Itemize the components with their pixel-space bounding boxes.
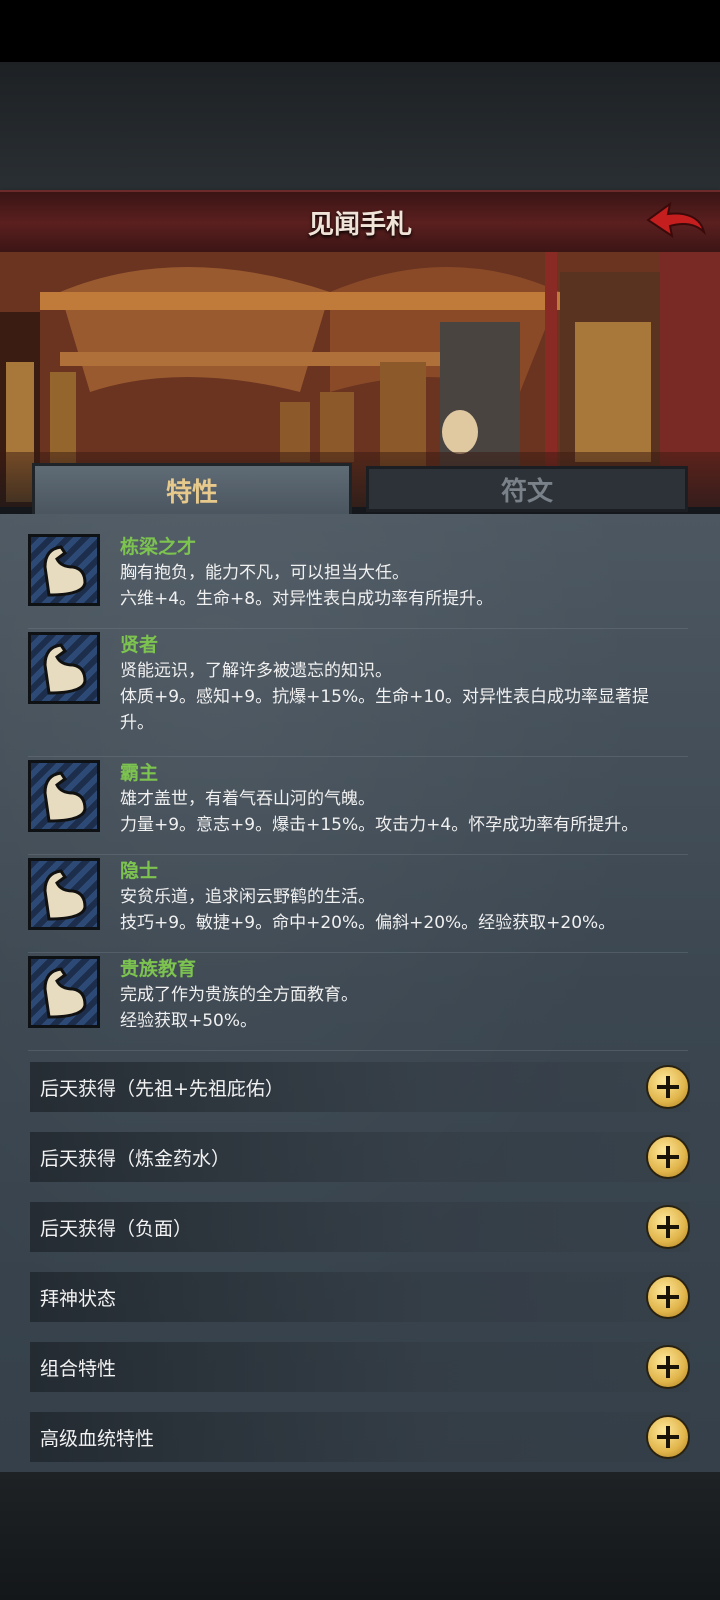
section-acquired-negative[interactable]: 后天获得（负面） (30, 1202, 690, 1252)
section-label: 拜神状态 (40, 1288, 117, 1310)
trait-item[interactable]: 隐士 安贫乐道，追求闲云野鹤的生活。 技巧+9。敏捷+9。命中+20%。偏斜+2… (28, 858, 688, 953)
trait-description: 胸有抱负，能力不凡，可以担当大任。 (120, 563, 409, 583)
expand-plus-icon[interactable] (646, 1275, 690, 1319)
expand-plus-icon[interactable] (646, 1205, 690, 1249)
status-bar (0, 0, 720, 62)
trait-name: 栋梁之才 (120, 536, 197, 558)
back-button[interactable] (644, 198, 708, 246)
expand-plus-icon[interactable] (646, 1065, 690, 1109)
muscle-arm-icon (28, 858, 100, 930)
section-acquired-potion[interactable]: 后天获得（炼金药水） (30, 1132, 690, 1182)
section-combo-traits[interactable]: 组合特性 (30, 1342, 690, 1392)
expand-plus-icon[interactable] (646, 1135, 690, 1179)
trait-description: 安贫乐道，追求闲云野鹤的生活。 (120, 887, 375, 907)
bottom-backdrop (0, 1472, 720, 1600)
trait-effects: 六维+4。生命+8。对异性表白成功率有所提升。 (120, 589, 494, 609)
section-label: 高级血统特性 (40, 1428, 155, 1450)
top-backdrop (0, 62, 720, 190)
section-label: 后天获得（炼金药水） (40, 1148, 231, 1170)
trait-description: 雄才盖世，有着气吞山河的气魄。 (120, 789, 375, 809)
trait-item[interactable]: 栋梁之才 胸有抱负，能力不凡，可以担当大任。 六维+4。生命+8。对异性表白成功… (28, 534, 688, 629)
section-bloodline-traits[interactable]: 高级血统特性 (30, 1412, 690, 1462)
trait-effects: 体质+9。感知+9。抗爆+15%。生命+10。对异性表白成功率显著提 (120, 687, 650, 707)
page-title: 见闻手札 (307, 210, 412, 240)
section-label: 组合特性 (40, 1358, 117, 1380)
trait-name: 贤者 (120, 634, 159, 656)
trait-item[interactable]: 贵族教育 完成了作为贵族的全方面教育。 经验获取+50%。 (28, 956, 688, 1051)
expand-plus-icon[interactable] (646, 1345, 690, 1389)
trait-name: 贵族教育 (120, 958, 197, 980)
trait-effects-continued: 升。 (120, 713, 154, 733)
trait-item[interactable]: 霸主 雄才盖世，有着气吞山河的气魄。 力量+9。意志+9。爆击+15%。攻击力+… (28, 760, 688, 855)
trait-effects: 力量+9。意志+9。爆击+15%。攻击力+4。怀孕成功率有所提升。 (120, 815, 639, 835)
section-acquired-ancestor[interactable]: 后天获得（先祖+先祖庇佑） (30, 1062, 690, 1112)
section-label: 后天获得（先祖+先祖庇佑） (40, 1078, 284, 1100)
tab-runes[interactable]: 符文 (366, 466, 688, 512)
muscle-arm-icon (28, 760, 100, 832)
tab-traits[interactable]: 特性 (32, 463, 352, 515)
section-worship-status[interactable]: 拜神状态 (30, 1272, 690, 1322)
back-arrow-icon (646, 201, 706, 239)
trait-description: 贤能远识，了解许多被遗忘的知识。 (120, 661, 392, 681)
trait-description: 完成了作为贵族的全方面教育。 (120, 985, 358, 1005)
trait-effects: 经验获取+50%。 (120, 1011, 258, 1031)
expand-plus-icon[interactable] (646, 1415, 690, 1459)
title-bar: 见闻手札 (0, 190, 720, 254)
traits-panel: 栋梁之才 胸有抱负，能力不凡，可以担当大任。 六维+4。生命+8。对异性表白成功… (0, 514, 720, 1472)
trait-effects: 技巧+9。敏捷+9。命中+20%。偏斜+20%。经验获取+20%。 (120, 913, 616, 933)
section-label: 后天获得（负面） (40, 1218, 193, 1240)
trait-item[interactable]: 贤者 贤能远识，了解许多被遗忘的知识。 体质+9。感知+9。抗爆+15%。生命+… (28, 632, 688, 757)
muscle-arm-icon (28, 956, 100, 1028)
trait-name: 霸主 (120, 762, 159, 784)
trait-name: 隐士 (120, 860, 159, 882)
muscle-arm-icon (28, 632, 100, 704)
muscle-arm-icon (28, 534, 100, 606)
